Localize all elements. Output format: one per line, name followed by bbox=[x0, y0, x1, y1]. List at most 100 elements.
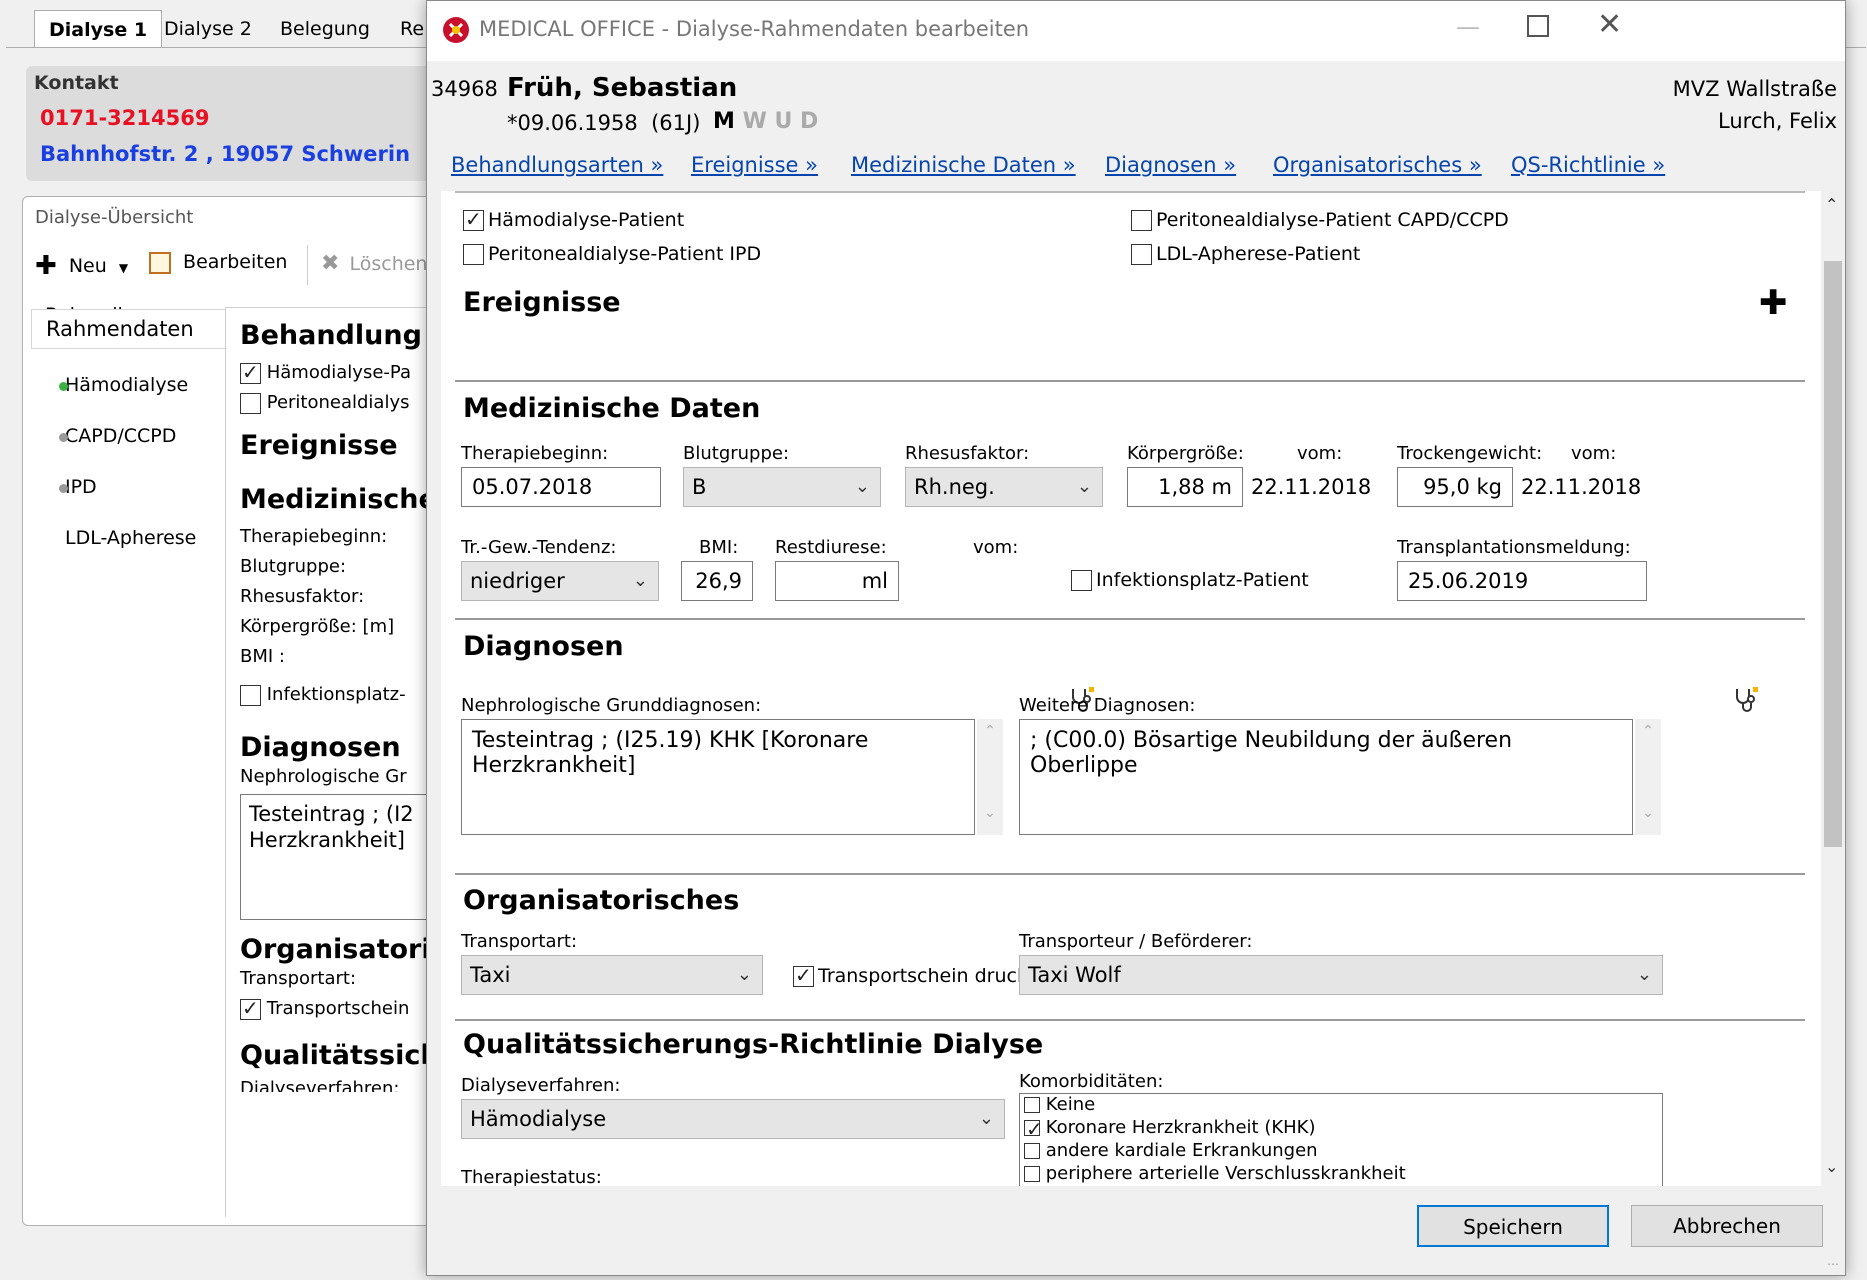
checkbox-icon bbox=[240, 392, 261, 414]
scroll-up-icon[interactable]: ⌃ bbox=[977, 723, 1003, 739]
komorbiditaeten-label: Komorbiditäten: bbox=[1019, 1071, 1164, 1092]
patient-birth: *09.06.1958 (61J) bbox=[507, 111, 701, 135]
nav-ereignisse[interactable]: Ereignisse » bbox=[691, 153, 818, 177]
chevron-down-icon: ⌄ bbox=[978, 1108, 994, 1129]
tendenz-label: Tr.-Gew.-Tendenz: bbox=[461, 537, 617, 558]
nav-medizinische-daten[interactable]: Medizinische Daten » bbox=[851, 153, 1076, 177]
nephro-scrollbar[interactable]: ⌃ ⌄ bbox=[977, 719, 1003, 835]
delete-button[interactable]: ✖ Löschen bbox=[321, 251, 427, 276]
tab-dialyse-2[interactable]: Dialyse 2 bbox=[150, 10, 266, 48]
sidebar-item-capd[interactable]: CAPD/CCPD bbox=[31, 408, 225, 464]
weitere-label: Weitere Diagnosen: bbox=[1019, 695, 1196, 716]
transplant-field[interactable]: 25.06.2019 bbox=[1397, 561, 1647, 601]
bmi-field[interactable]: 26,9 bbox=[681, 561, 753, 601]
scrollbar-thumb[interactable] bbox=[1824, 261, 1842, 847]
infektionsplatz-checkbox[interactable]: Infektionsplatz-Patient bbox=[1071, 569, 1309, 591]
checkbox-icon bbox=[1024, 1166, 1040, 1182]
blutgruppe-label: Blutgruppe: bbox=[683, 443, 790, 464]
checkbox-icon bbox=[240, 996, 261, 1020]
tab-dialyse-1[interactable]: Dialyse 1 bbox=[34, 10, 163, 48]
rhesus-select[interactable]: Rh.neg. ⌄ bbox=[905, 467, 1103, 507]
sidebar-item-ldl[interactable]: LDL-Apherese bbox=[31, 510, 225, 566]
scroll-up-icon[interactable]: ⌃ bbox=[1825, 195, 1838, 214]
checkbox-icon bbox=[463, 244, 484, 265]
weitere-diagnoses-textarea[interactable]: ; (C00.0) Bösartige Neubildung der äußer… bbox=[1019, 719, 1633, 835]
panel-transportschein-checkbox[interactable]: Transportschein bbox=[240, 996, 409, 1020]
capd-patient-checkbox[interactable]: Peritonealdialyse-Patient CAPD/CCPD bbox=[1131, 209, 1509, 231]
checkbox-icon bbox=[240, 684, 261, 706]
section-divider bbox=[455, 380, 1805, 382]
komorbiditaeten-list[interactable]: Keine Koronare Herzkrankheit (KHK) ander… bbox=[1019, 1093, 1663, 1186]
nav-qs-richtlinie[interactable]: QS-Richtlinie » bbox=[1511, 153, 1665, 177]
checkbox-icon bbox=[793, 963, 814, 987]
dialyseverfahren-select[interactable]: Hämodialyse ⌄ bbox=[461, 1099, 1005, 1139]
scroll-up-icon[interactable]: ⌃ bbox=[1635, 723, 1661, 739]
transporteur-select[interactable]: Taxi Wolf ⌄ bbox=[1019, 955, 1663, 995]
contact-heading: Kontakt bbox=[34, 72, 119, 94]
contact-address[interactable]: Bahnhofstr. 2 , 19057 Schwerin bbox=[40, 142, 410, 166]
transportart-select[interactable]: Taxi ⌄ bbox=[461, 955, 763, 995]
panel-dialyseverf-label: Dialyseverfahren: bbox=[240, 1078, 400, 1092]
sidebar-item-ipd[interactable]: IPD bbox=[31, 459, 225, 515]
sidebar-item-rahmendaten[interactable]: Rahmendaten bbox=[31, 309, 225, 349]
komorb-kardial-checkbox[interactable]: andere kardiale Erkrankungen bbox=[1024, 1140, 1318, 1161]
rhesus-label: Rhesusfaktor: bbox=[905, 443, 1030, 464]
panel-infektion-checkbox[interactable]: Infektionsplatz- bbox=[240, 684, 406, 706]
komorb-khk-checkbox[interactable]: Koronare Herzkrankheit (KHK) bbox=[1024, 1117, 1316, 1141]
transporteur-label: Transporteur / Beförderer: bbox=[1019, 931, 1253, 952]
haemo-patient-checkbox[interactable]: Hämodialyse-Patient bbox=[463, 207, 684, 231]
transportschein-checkbox[interactable]: Transportschein drucken bbox=[793, 963, 1051, 987]
main-scrollbar[interactable]: ⌃ ⌄ bbox=[1821, 191, 1845, 1186]
minimize-icon[interactable]: — bbox=[1445, 13, 1491, 49]
koerpergroesse-label: Körpergröße: bbox=[1127, 443, 1244, 464]
nav-organisatorisches[interactable]: Organisatorisches » bbox=[1273, 153, 1482, 177]
panel-medizin-heading: Medizinische bbox=[240, 484, 437, 515]
ldl-patient-checkbox[interactable]: LDL-Apherese-Patient bbox=[1131, 243, 1360, 265]
panel-bmi-label: BMI : bbox=[240, 646, 285, 667]
maximize-icon[interactable] bbox=[1527, 15, 1549, 37]
therapiebeginn-field[interactable]: 05.07.2018 bbox=[461, 467, 661, 507]
trockengewicht-label: Trockengewicht: bbox=[1397, 443, 1543, 464]
bmi-label: BMI: bbox=[699, 537, 739, 558]
nephro-diagnoses-textarea[interactable]: Testeintrag ; (I25.19) KHK [Koronare Her… bbox=[461, 719, 975, 835]
ipd-patient-checkbox[interactable]: Peritonealdialyse-Patient IPD bbox=[463, 243, 761, 265]
panel-haemo-checkbox[interactable]: Hämodialyse-Pa bbox=[240, 360, 411, 384]
save-button[interactable]: Speichern bbox=[1417, 1205, 1609, 1247]
trockengewicht-vom-label: vom: bbox=[1571, 443, 1617, 464]
scroll-down-icon[interactable]: ⌄ bbox=[1825, 1157, 1838, 1176]
chevron-down-icon: ⌄ bbox=[854, 476, 870, 497]
panel-therapiebeginn-label: Therapiebeginn: bbox=[240, 526, 388, 547]
tendenz-select[interactable]: niedriger ⌄ bbox=[461, 561, 659, 601]
dialog-titlebar[interactable]: MEDICAL OFFICE - Dialyse-Rahmendaten bea… bbox=[427, 1, 1845, 61]
sidebar-item-haemodialyse[interactable]: Hämodialyse bbox=[31, 357, 225, 413]
panel-koerper-label: Körpergröße: [m] bbox=[240, 616, 395, 637]
dialog-title: MEDICAL OFFICE - Dialyse-Rahmendaten bea… bbox=[479, 17, 1030, 41]
koerpergroesse-field[interactable]: 1,88 m bbox=[1127, 467, 1243, 507]
tab-belegung[interactable]: Belegung bbox=[266, 10, 384, 48]
chevron-down-icon: ⌄ bbox=[736, 964, 752, 985]
checkbox-icon bbox=[1024, 1143, 1040, 1159]
blutgruppe-select[interactable]: B ⌄ bbox=[683, 467, 881, 507]
komorb-keine-checkbox[interactable]: Keine bbox=[1024, 1094, 1095, 1115]
scroll-down-icon[interactable]: ⌄ bbox=[1635, 805, 1661, 821]
komorb-pavk-checkbox[interactable]: periphere arterielle Verschlusskrankheit bbox=[1024, 1163, 1406, 1184]
panel-behandlung-heading: Behandlung bbox=[240, 320, 422, 351]
scroll-down-icon[interactable]: ⌄ bbox=[977, 805, 1003, 821]
cancel-button[interactable]: Abbrechen bbox=[1631, 1205, 1823, 1247]
status-dot-icon bbox=[59, 484, 68, 493]
weitere-scrollbar[interactable]: ⌃ ⌄ bbox=[1635, 719, 1661, 835]
close-icon[interactable]: ✕ bbox=[1597, 7, 1622, 42]
new-button[interactable]: ✚ Neu ▼ bbox=[35, 251, 128, 281]
dialyseverfahren-label: Dialyseverfahren: bbox=[461, 1075, 621, 1096]
add-event-icon[interactable]: ✚ bbox=[1759, 283, 1788, 323]
panel-perito-checkbox[interactable]: Peritonealdialys bbox=[240, 392, 410, 414]
stethoscope-icon[interactable] bbox=[1731, 685, 1759, 713]
trockengewicht-field[interactable]: 95,0 kg bbox=[1397, 467, 1513, 507]
nav-behandlungsarten[interactable]: Behandlungsarten » bbox=[451, 153, 663, 177]
contact-phone[interactable]: 0171-3214569 bbox=[40, 106, 209, 130]
edit-button[interactable]: Bearbeiten bbox=[149, 251, 287, 274]
resize-grip-icon[interactable]: ⋯ bbox=[1827, 1257, 1839, 1271]
restdiurese-field[interactable]: ml bbox=[775, 561, 899, 601]
nav-diagnosen[interactable]: Diagnosen » bbox=[1105, 153, 1236, 177]
patient-gender: M W U D bbox=[713, 109, 819, 134]
